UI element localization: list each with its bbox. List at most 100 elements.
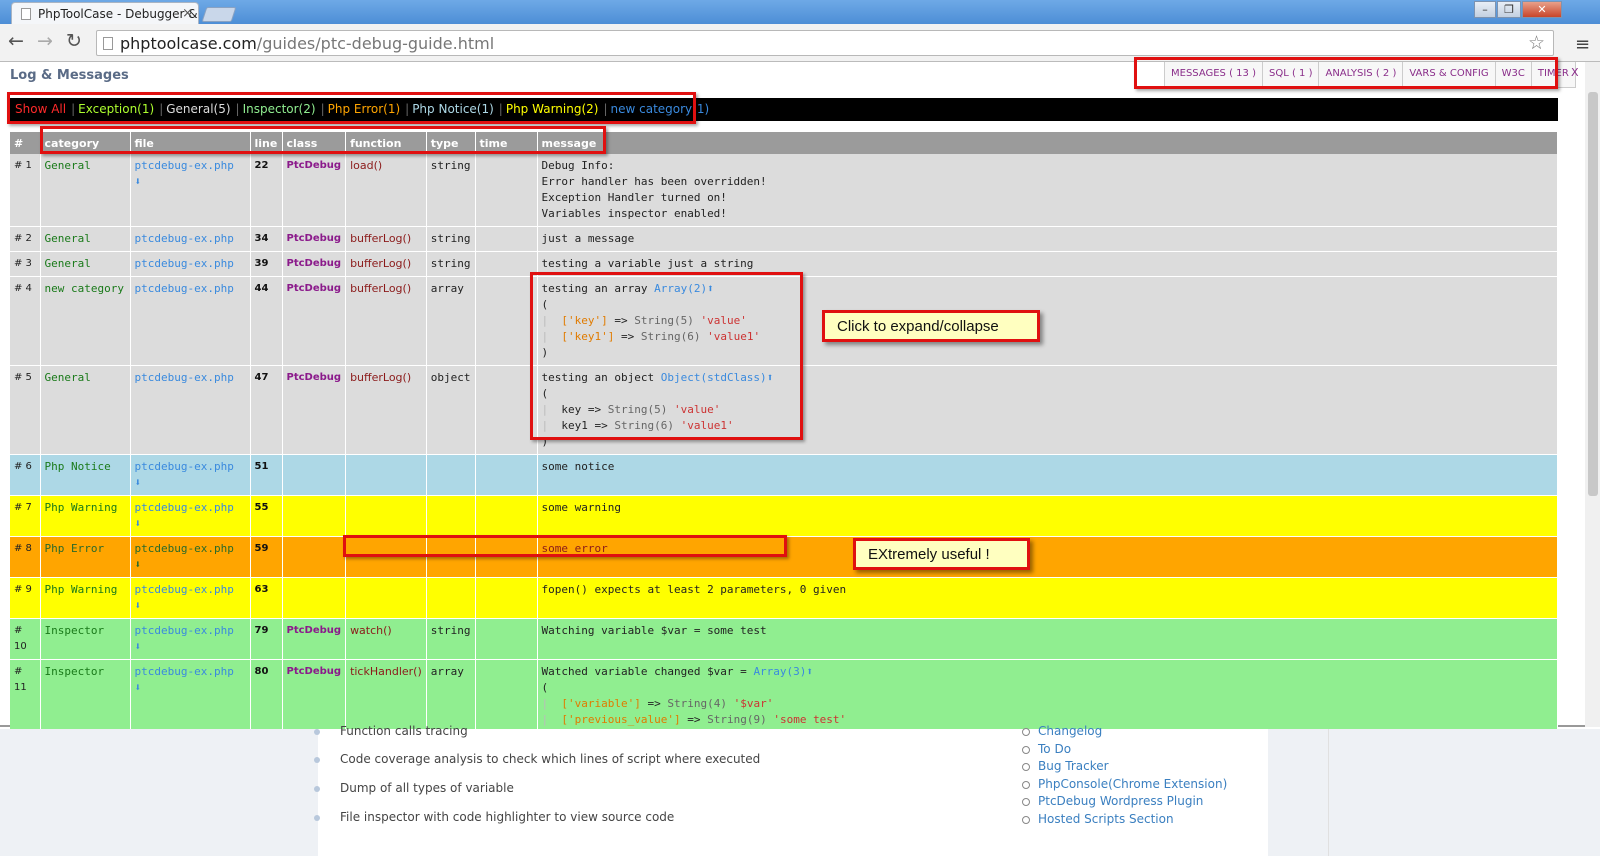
row-message: just a message (537, 226, 1558, 252)
scrollbar-thumb[interactable] (1588, 92, 1598, 496)
column-header-message[interactable]: message (537, 132, 1558, 154)
dump-indent: | (541, 713, 562, 726)
dump-open: ( (541, 681, 549, 694)
row-file[interactable]: ptcdebug-ex.php (130, 251, 251, 277)
file-link[interactable]: ptcdebug-ex.php (135, 624, 234, 637)
sidebar-link[interactable]: Bug Tracker (1022, 759, 1109, 773)
close-tab-icon[interactable]: × (182, 6, 193, 21)
row-type (426, 454, 476, 496)
row-category: General (40, 154, 131, 227)
close-panel-icon[interactable]: X (1571, 66, 1579, 79)
url-host: phptoolcase.com (120, 34, 257, 53)
row-line: 55 (250, 495, 283, 537)
file-link[interactable]: ptcdebug-ex.php (135, 583, 234, 596)
row-class: PtcDebug (282, 226, 347, 252)
sidebar-link[interactable]: To Do (1021, 742, 1071, 756)
row-function: bufferLog() (345, 365, 427, 455)
row-file[interactable]: ptcdebug-ex.php ⬇ (130, 454, 251, 496)
row-file[interactable]: ptcdebug-ex.php ⬇ (130, 618, 251, 660)
dump-arrow: => (640, 697, 661, 710)
row-time (475, 365, 538, 455)
row-class: PtcDebug (282, 154, 347, 227)
file-link[interactable]: ptcdebug-ex.php (135, 282, 234, 295)
trace-arrow-icon[interactable]: ⬇ (135, 599, 142, 612)
scrollbar[interactable] (1585, 62, 1600, 727)
message-text: some notice (542, 459, 1554, 475)
bookmark-star-icon[interactable]: ☆ (1528, 32, 1545, 54)
row-file[interactable]: ptcdebug-ex.php (130, 365, 251, 455)
row-number: # 7 (10, 495, 41, 537)
page-icon (21, 8, 31, 20)
new-tab-button[interactable] (201, 7, 237, 22)
collapse-arrow-icon[interactable]: ⬆ (806, 665, 813, 678)
file-link[interactable]: ptcdebug-ex.php (135, 665, 234, 678)
row-file[interactable]: ptcdebug-ex.php ⬇ (130, 577, 251, 619)
file-link[interactable]: ptcdebug-ex.php (135, 501, 234, 514)
row-line: 47 (250, 365, 283, 455)
row-category: General (40, 365, 131, 455)
row-function: bufferLog() (345, 226, 427, 252)
message-label: some notice (541, 460, 615, 473)
sidebar-link[interactable]: Hosted Scripts Section (1022, 812, 1174, 826)
window-titlebar: PhpToolCase - Debugger & L × – ❐ ✕ (0, 0, 1600, 24)
message-label: Watched variable changed $var = (541, 665, 747, 678)
trace-arrow-icon[interactable]: ⬇ (135, 517, 142, 530)
sidebar-link[interactable]: PhpConsole(Chrome Extension) (1021, 777, 1227, 791)
dump-type: String(9) (707, 713, 767, 726)
sidebar-link[interactable]: Changelog (1021, 724, 1102, 738)
row-time (475, 618, 538, 660)
message-text: some warning (542, 500, 1554, 516)
row-message: Debug Info: Error handler has been overr… (537, 154, 1558, 227)
row-category: Inspector (40, 618, 131, 660)
row-number: # 4 (10, 276, 41, 366)
row-time (475, 454, 538, 496)
row-file[interactable]: ptcdebug-ex.php ⬇ (130, 154, 251, 227)
forward-icon[interactable]: → (33, 30, 57, 52)
trace-arrow-icon[interactable]: ⬇ (135, 175, 142, 188)
dump-toggle[interactable]: Array(3) (753, 665, 806, 678)
dump-key: ['variable'] (561, 697, 641, 710)
sidebar-link[interactable]: PtcDebug Wordpress Plugin (1021, 794, 1203, 808)
feature-item: File inspector with code highlighter to … (313, 810, 675, 824)
row-file[interactable]: ptcdebug-ex.php (130, 226, 251, 252)
row-function: bufferLog() (345, 276, 427, 366)
menu-icon[interactable]: ≡ (1575, 34, 1590, 55)
row-file[interactable]: ptcdebug-ex.php (130, 276, 251, 366)
row-time (475, 251, 538, 277)
row-file[interactable]: ptcdebug-ex.php ⬇ (130, 495, 251, 537)
close-window-icon[interactable]: ✕ (1522, 1, 1562, 18)
browser-tab[interactable]: PhpToolCase - Debugger & L × (11, 2, 199, 24)
trace-arrow-icon[interactable]: ⬇ (135, 681, 142, 694)
file-link[interactable]: ptcdebug-ex.php (135, 232, 234, 245)
row-type: string (426, 251, 476, 277)
row-type (426, 495, 476, 537)
back-icon[interactable]: ← (4, 30, 28, 52)
row-time (475, 495, 538, 537)
file-link[interactable]: ptcdebug-ex.php (135, 257, 234, 270)
row-category: General (40, 226, 131, 252)
reload-icon[interactable]: ↻ (62, 30, 86, 52)
file-link[interactable]: ptcdebug-ex.php (135, 542, 234, 555)
feature-item: Dump of all types of variable (314, 781, 514, 795)
restore-icon[interactable]: ❐ (1497, 1, 1521, 18)
row-message: some warning (537, 495, 1558, 537)
column-header-number[interactable]: # (10, 132, 41, 154)
row-file[interactable]: ptcdebug-ex.php ⬇ (130, 536, 251, 578)
file-link[interactable]: ptcdebug-ex.php (135, 159, 234, 172)
trace-arrow-icon[interactable]: ⬇ (135, 476, 142, 489)
row-function (345, 454, 427, 496)
row-function (345, 577, 427, 619)
log-row: # 9 Php Warning ptcdebug-ex.php ⬇ 63 fopen()… (10, 577, 1558, 619)
trace-arrow-icon[interactable]: ⬇ (135, 558, 142, 571)
dump-value: '$var' (733, 697, 774, 710)
row-number: # 8 (10, 536, 41, 578)
row-class: PtcDebug (282, 251, 347, 277)
row-number: # 1 (10, 154, 41, 227)
trace-arrow-icon[interactable]: ⬇ (135, 640, 142, 653)
file-link[interactable]: ptcdebug-ex.php (135, 371, 234, 384)
divider (1328, 729, 1329, 856)
address-bar[interactable]: phptoolcase.com/guides/ptc-debug-guide.h… (96, 30, 1554, 56)
file-link[interactable]: ptcdebug-ex.php (135, 460, 234, 473)
minimize-icon[interactable]: – (1474, 1, 1496, 18)
row-number: # 9 (10, 577, 41, 619)
